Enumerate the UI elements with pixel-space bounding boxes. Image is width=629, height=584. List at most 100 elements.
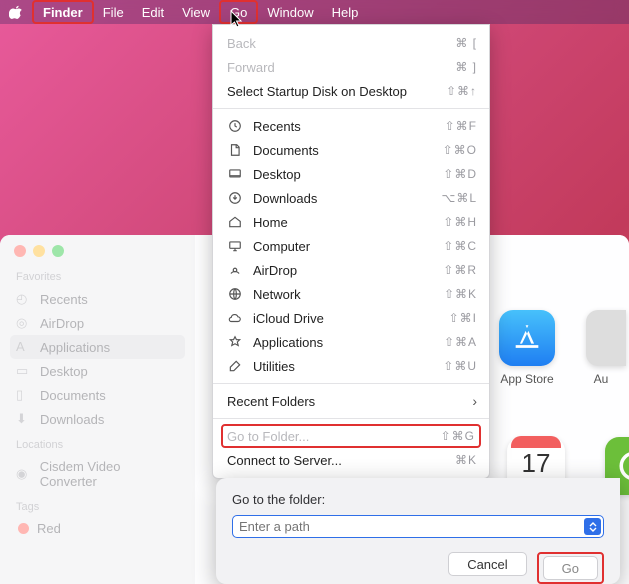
- apps-icon: [227, 334, 243, 350]
- path-input[interactable]: [239, 519, 597, 534]
- shortcut-label: ⌘ [: [455, 36, 477, 50]
- shortcut-label: ⇧⌘K: [444, 287, 477, 301]
- shortcut-label: ⇧⌘C: [443, 239, 477, 253]
- menu-item-label: Recent Folders: [227, 394, 462, 409]
- menu-item-go-to-folder[interactable]: Go to Folder... ⇧⌘G: [221, 424, 481, 448]
- menu-item-label: iCloud Drive: [253, 311, 439, 326]
- menu-item-label: Connect to Server...: [227, 453, 445, 468]
- sidebar-item-label: Recents: [40, 292, 88, 307]
- chevron-updown-icon: [588, 522, 598, 532]
- shortcut-label: ⌘ ]: [455, 60, 477, 74]
- download-icon: ⬇: [16, 411, 32, 427]
- sidebar-item-documents[interactable]: ▯Documents: [10, 383, 185, 407]
- airdrop-icon: ◎: [16, 315, 32, 331]
- sidebar-item-label: Red: [37, 521, 61, 536]
- icloud-icon: [227, 310, 243, 326]
- shortcut-label: ⇧⌘H: [443, 215, 477, 229]
- go-button[interactable]: Go: [543, 556, 598, 580]
- shortcut-label: ⇧⌘R: [443, 263, 477, 277]
- shortcut-label: ⇧⌘G: [441, 429, 475, 443]
- apps-icon: A: [16, 339, 32, 355]
- screen: Finder File Edit View Go Window Help Bac…: [0, 0, 629, 584]
- window-controls: [10, 245, 185, 257]
- chevron-right-icon: ›: [472, 393, 477, 409]
- menu-item-home[interactable]: Home ⇧⌘H: [213, 210, 489, 234]
- sidebar-item-applications[interactable]: A Applications: [10, 335, 185, 359]
- app-appstore[interactable]: App Store: [496, 310, 558, 386]
- menu-item-label: Network: [253, 287, 434, 302]
- finder-sidebar: Favorites ◴ Recents ◎ AirDrop A Application…: [0, 235, 195, 584]
- menu-item-label: Select Startup Disk on Desktop: [227, 84, 436, 99]
- apple-menu[interactable]: [8, 4, 24, 20]
- menubar: Finder File Edit View Go Window Help: [0, 0, 629, 24]
- close-window-button[interactable]: [14, 245, 26, 257]
- menu-item-computer[interactable]: Computer ⇧⌘C: [213, 234, 489, 258]
- disk-icon: ◉: [16, 466, 32, 482]
- sidebar-section-favorites: Favorites: [16, 271, 185, 283]
- menu-item-connect-server[interactable]: Connect to Server... ⌘K: [213, 448, 489, 472]
- menu-item-recent-folders[interactable]: Recent Folders ›: [213, 389, 489, 413]
- doc-icon: ▯: [16, 387, 32, 403]
- app-icon: [586, 310, 626, 366]
- go-menu-dropdown: Back ⌘ [ Forward ⌘ ] Select Startup Disk…: [212, 24, 490, 479]
- app-au[interactable]: Au: [586, 310, 616, 386]
- menu-item-label: Recents: [253, 119, 435, 134]
- app-grid: App Store Au: [496, 310, 616, 386]
- dialog-title: Go to the folder:: [232, 492, 604, 507]
- airdrop-icon: [227, 262, 243, 278]
- menu-item-applications[interactable]: Applications ⇧⌘A: [213, 330, 489, 354]
- shortcut-label: ⇧⌘F: [445, 119, 477, 133]
- menu-item-label: Forward: [227, 60, 445, 75]
- menu-item-back: Back ⌘ [: [213, 31, 489, 55]
- appstore-icon: [499, 310, 555, 366]
- menu-help[interactable]: Help: [323, 0, 368, 24]
- app-label: Au: [586, 372, 616, 386]
- clock-icon: ◴: [16, 291, 32, 307]
- menu-finder[interactable]: Finder: [32, 0, 94, 24]
- menu-item-recents[interactable]: Recents ⇧⌘F: [213, 114, 489, 138]
- sidebar-item-desktop[interactable]: ▭Desktop: [10, 359, 185, 383]
- menu-item-network[interactable]: Network ⇧⌘K: [213, 282, 489, 306]
- shortcut-label: ⇧⌘A: [444, 335, 477, 349]
- button-label: Cancel: [467, 557, 507, 572]
- menu-item-documents[interactable]: Documents ⇧⌘O: [213, 138, 489, 162]
- shortcut-label: ⇧⌘↑: [446, 84, 477, 98]
- zoom-window-button[interactable]: [52, 245, 64, 257]
- cancel-button[interactable]: Cancel: [448, 552, 526, 576]
- shortcut-label: ⇧⌘I: [449, 311, 477, 325]
- shortcut-label: ⌘K: [455, 453, 477, 467]
- home-icon: [227, 214, 243, 230]
- sidebar-section-tags: Tags: [16, 501, 185, 513]
- minimize-window-button[interactable]: [33, 245, 45, 257]
- menu-item-startup[interactable]: Select Startup Disk on Desktop ⇧⌘↑: [213, 79, 489, 103]
- sidebar-item-cisdem[interactable]: ◉Cisdem Video Converter: [10, 455, 185, 493]
- menu-item-desktop[interactable]: Desktop ⇧⌘D: [213, 162, 489, 186]
- menu-go[interactable]: Go: [219, 0, 258, 24]
- menu-view[interactable]: View: [173, 0, 219, 24]
- combo-button[interactable]: [584, 518, 601, 535]
- menu-item-utilities[interactable]: Utilities ⇧⌘U: [213, 354, 489, 378]
- shortcut-label: ⇧⌘O: [443, 143, 477, 157]
- tag-dot-icon: [18, 523, 29, 534]
- menu-window[interactable]: Window: [258, 0, 322, 24]
- menu-edit[interactable]: Edit: [133, 0, 173, 24]
- menu-item-airdrop[interactable]: AirDrop ⇧⌘R: [213, 258, 489, 282]
- sidebar-item-label: AirDrop: [40, 316, 84, 331]
- separator: [213, 108, 489, 109]
- sidebar-item-airdrop[interactable]: ◎ AirDrop: [10, 311, 185, 335]
- go-button-highlight: Go: [537, 552, 604, 584]
- sidebar-item-downloads[interactable]: ⬇ Downloads: [10, 407, 185, 431]
- path-field-wrapper: [232, 515, 604, 538]
- sidebar-item-label: Downloads: [40, 412, 104, 427]
- shortcut-label: ⌥⌘L: [441, 191, 477, 205]
- sidebar-item-recents[interactable]: ◴ Recents: [10, 287, 185, 311]
- calendar-icon: 17: [511, 454, 561, 479]
- menu-file[interactable]: File: [94, 0, 133, 24]
- desktop-icon: [227, 166, 243, 182]
- menu-item-downloads[interactable]: Downloads ⌥⌘L: [213, 186, 489, 210]
- menu-item-icloud[interactable]: iCloud Drive ⇧⌘I: [213, 306, 489, 330]
- sidebar-item-tag-red[interactable]: Red: [10, 517, 185, 540]
- sidebar-item-label: Applications: [40, 340, 110, 355]
- menu-item-label: Documents: [253, 143, 433, 158]
- clock-icon: [227, 118, 243, 134]
